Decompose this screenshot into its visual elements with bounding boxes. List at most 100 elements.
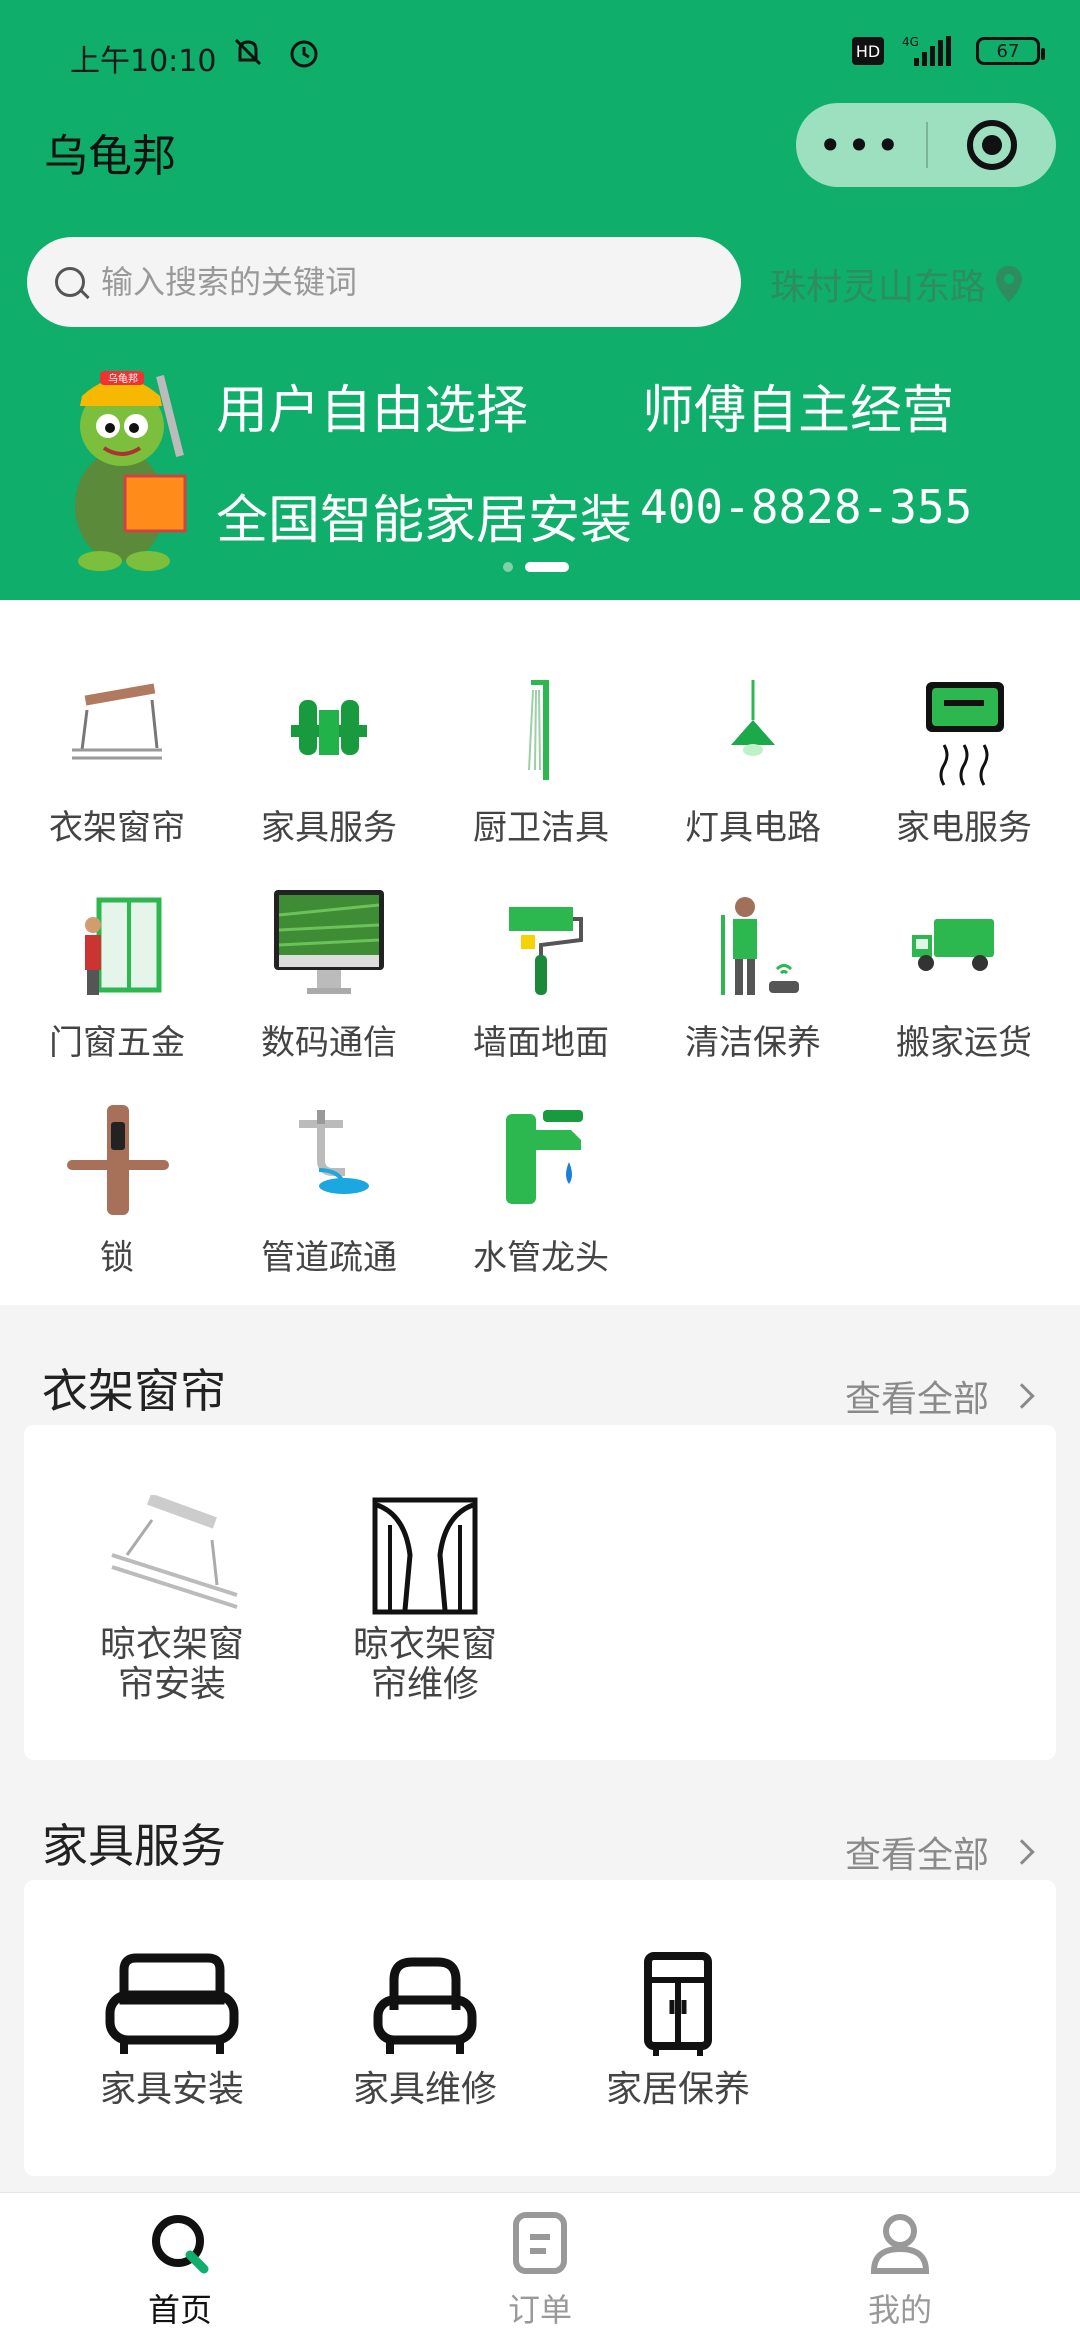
curtain-icon [372,1497,478,1615]
cleaning-icon [721,897,799,995]
status-icons-left [230,34,322,70]
category-item-6[interactable]: 数码通信 [229,885,429,1064]
service-item[interactable]: 家居保养 [563,1950,793,2110]
tab-label: 我的 [867,2291,932,2329]
category-item-7[interactable]: 墙面地面 [441,885,641,1064]
close-mini-program-button[interactable] [928,120,1056,170]
page: 上午10:10 HD 4G 67 乌龟邦 ••• 输入搜索的关键词 珠村灵山东路… [0,0,1080,2340]
section-title: 家具服务 [42,1819,226,1873]
sofa-icon [105,1953,239,2054]
search-icon [55,267,85,297]
more-menu-button[interactable]: ••• [796,121,926,170]
location-selector[interactable]: 珠村灵山东路 [770,258,1024,310]
category-label: 灯具电路 [685,808,821,848]
armchair-icon [373,1957,477,2054]
promo-banner[interactable]: 乌龟邦 用户自由选择 师傅自主经营 全国智能家居安装 400-8828-355 [0,350,1080,600]
header-background: 上午10:10 HD 4G 67 乌龟邦 ••• 输入搜索的关键词 珠村灵山东路… [0,0,1080,600]
category-label: 家电服务 [896,808,1032,848]
category-item-4[interactable]: 家电服务 [864,670,1064,849]
status-time: 上午10:10 [70,44,217,79]
category-grid: 衣架窗帘 家具服务 厨卫洁具 灯具电路 家电服务 门窗五金 数码通信 墙面地面 … [0,600,1080,1305]
tab-label: 订单 [507,2291,572,2329]
service-label-line2: 帘安装 [117,1664,226,1705]
category-label: 清洁保养 [685,1023,821,1063]
category-label: 管道疏通 [261,1238,397,1278]
profile-icon [870,2214,930,2274]
shower-icon [528,680,549,780]
category-item-1[interactable]: 家具服务 [229,670,429,849]
door-window-icon [85,897,162,995]
category-label: 厨卫洁具 [473,808,609,848]
furniture-icon [291,700,367,755]
mini-program-capsule: ••• [796,103,1056,187]
category-label: 搬家运货 [896,1023,1032,1063]
signal-icon: 4G [902,35,951,66]
chevron-right-icon [1009,1839,1035,1865]
bottom-tab-bar: 首页 订单 我的 [0,2192,1080,2340]
drying-rack-icon [111,1495,238,1609]
view-all-link[interactable]: 查看全部 [845,1370,1035,1422]
service-item[interactable]: 晾衣架窗 帘维修 [310,1495,540,1705]
category-item-11[interactable]: 管道疏通 [229,1100,429,1279]
carousel-indicator [503,562,569,572]
page-title: 乌龟邦 [44,131,176,182]
turtle-mascot-icon: 乌龟邦 [75,371,187,571]
tab-orders[interactable]: 订单 [440,2211,640,2331]
order-icon [513,2212,567,2274]
banner-line-2: 师傅自主经营 [642,381,955,441]
category-label: 水管龙头 [473,1238,609,1278]
tab-home[interactable]: 首页 [80,2211,280,2331]
carousel-dot[interactable] [503,562,513,572]
category-item-3[interactable]: 灯具电路 [653,670,853,849]
door-lock-icon [67,1105,169,1215]
service-label: 家具维修 [352,2069,497,2110]
svg-text:4G: 4G [902,35,919,49]
faucet-icon [506,1110,583,1204]
service-item[interactable]: 晾衣架窗 帘安装 [57,1495,287,1705]
carousel-dot-active[interactable] [525,562,569,572]
chevron-right-icon [1009,1383,1035,1409]
location-label: 珠村灵山东路 [770,267,987,308]
battery-indicator: 67 [976,37,1045,65]
lamp-icon [731,680,775,756]
alarm-icon [290,40,318,68]
category-label: 锁 [100,1238,134,1278]
cabinet-icon [644,1952,712,2056]
pipe-icon [299,1110,369,1194]
tab-label: 首页 [147,2291,212,2329]
search-bar[interactable] [27,237,741,327]
category-item-5[interactable]: 门窗五金 [17,885,217,1064]
paint-roller-icon [509,907,583,995]
view-all-label: 查看全部 [845,1835,990,1876]
banner-line-1: 用户自由选择 [216,381,529,441]
category-label: 衣架窗帘 [49,808,185,848]
home-search-icon [152,2215,209,2274]
category-label: 数码通信 [261,1023,397,1063]
category-label: 墙面地面 [473,1023,609,1063]
view-all-link[interactable]: 查看全部 [845,1826,1035,1878]
service-label: 家居保养 [605,2069,750,2110]
service-item[interactable]: 家具维修 [310,1950,540,2110]
category-item-0[interactable]: 衣架窗帘 [17,670,217,849]
service-label-line1: 晾衣架窗 [352,1624,497,1665]
tab-profile[interactable]: 我的 [800,2211,1000,2331]
category-item-2[interactable]: 厨卫洁具 [441,670,641,849]
banner-phone: 400-8828-355 [640,480,973,534]
category-item-10[interactable]: 锁 [17,1100,217,1279]
section-card: 晾衣架窗 帘安装 晾衣架窗 帘维修 [24,1425,1056,1760]
category-label: 家具服务 [261,808,397,848]
svg-text:乌龟邦: 乌龟邦 [108,372,138,385]
location-pin-icon [994,264,1024,304]
section-card: 家具安装 家具维修 家居保养 [24,1880,1056,2176]
category-item-9[interactable]: 搬家运货 [864,885,1064,1064]
category-item-12[interactable]: 水管龙头 [441,1100,641,1279]
search-input[interactable] [101,263,701,301]
service-label: 家具安装 [99,2069,244,2110]
truck-icon [912,919,994,971]
air-conditioner-icon [926,682,1004,786]
service-label-line1: 晾衣架窗 [99,1624,244,1665]
view-all-label: 查看全部 [845,1379,990,1420]
category-item-8[interactable]: 清洁保养 [653,885,853,1064]
service-item[interactable]: 家具安装 [57,1950,287,2110]
banner-line-3: 全国智能家居安装 [216,491,633,551]
